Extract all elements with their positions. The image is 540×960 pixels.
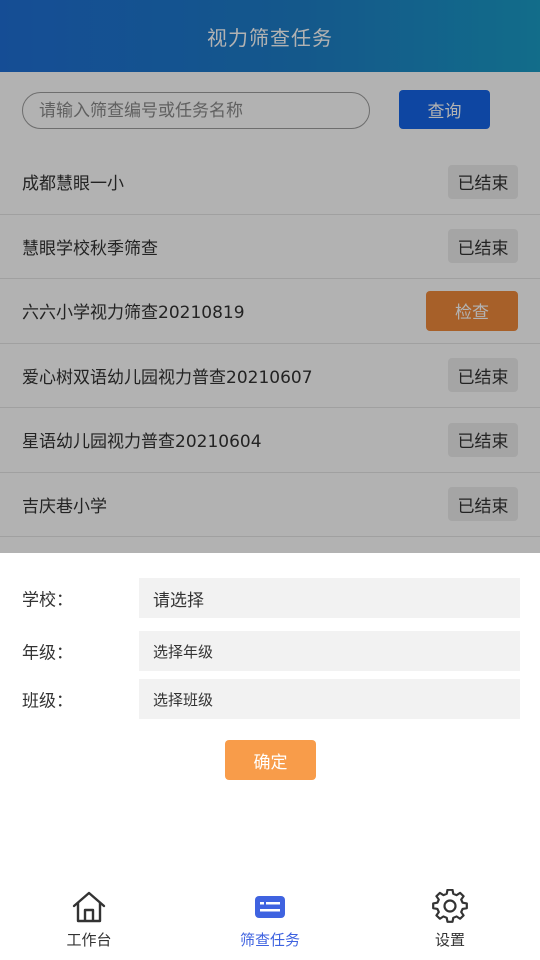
class-row: 班级： 选择班级 xyxy=(0,679,540,719)
tab-label: 设置 xyxy=(434,931,465,949)
grade-select[interactable]: 选择年级 xyxy=(139,631,520,671)
tab-settings[interactable]: 设置 xyxy=(390,875,510,960)
grade-row: 年级： 选择年级 xyxy=(0,631,540,671)
school-select[interactable]: 请选择 xyxy=(139,578,520,618)
class-label: 班级： xyxy=(22,691,73,712)
school-label: 学校： xyxy=(22,590,73,611)
home-icon xyxy=(69,887,109,927)
tab-label: 筛查任务 xyxy=(239,931,300,949)
modal-overlay[interactable] xyxy=(0,0,540,553)
class-select[interactable]: 选择班级 xyxy=(139,679,520,719)
tab-screening-tasks[interactable]: 筛查任务 xyxy=(210,875,330,960)
school-row: 学校： 请选择 xyxy=(0,578,540,618)
filter-sheet: 学校： 请选择 年级： 选择年级 班级： 选择班级 确定 xyxy=(0,553,540,875)
tab-label: 工作台 xyxy=(66,931,112,949)
gear-icon xyxy=(430,887,470,927)
tab-workbench[interactable]: 工作台 xyxy=(29,875,149,960)
bottom-tab-bar: 工作台 筛查任务 设置 xyxy=(0,875,540,960)
task-card-icon xyxy=(250,887,290,927)
grade-label: 年级： xyxy=(22,643,73,664)
confirm-button[interactable]: 确定 xyxy=(225,740,316,780)
